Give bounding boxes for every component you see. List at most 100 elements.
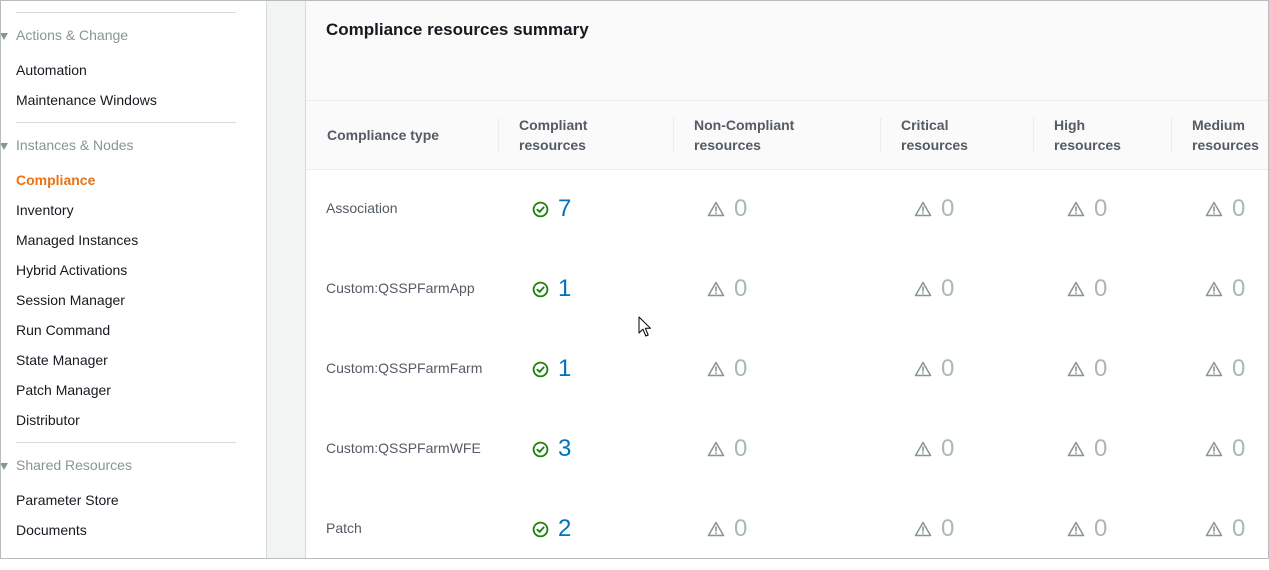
compliant-count-link[interactable]: 3 — [558, 434, 571, 464]
section-label: Actions & Change — [16, 27, 129, 43]
compliant-count-link[interactable]: 1 — [558, 274, 571, 304]
sidebar-item-hybrid-activations[interactable]: Hybrid Activations — [16, 260, 127, 280]
column-separator — [673, 118, 674, 152]
column-header-critical[interactable]: Critical resources — [901, 115, 968, 155]
column-separator — [498, 118, 499, 152]
column-header-label: Critical — [901, 117, 949, 133]
column-header-high[interactable]: High resources — [1054, 115, 1121, 155]
warning-triangle-icon — [914, 521, 932, 537]
critical-cell: 0 — [914, 514, 954, 544]
compliance-type-cell: Patch — [326, 520, 362, 536]
critical-count: 0 — [941, 435, 955, 462]
column-header-medium[interactable]: Medium resources — [1192, 115, 1259, 155]
medium-count: 0 — [1232, 355, 1246, 382]
medium-cell: 0 — [1205, 354, 1245, 384]
check-circle-icon — [532, 361, 549, 377]
sidebar-item-managed-instances[interactable]: Managed Instances — [16, 230, 138, 250]
sidebar-item-parameter-store[interactable]: Parameter Store — [16, 490, 119, 510]
critical-count: 0 — [941, 355, 955, 382]
compliance-type-cell: Custom:QSSPFarmFarm — [326, 360, 483, 376]
warning-triangle-icon — [914, 201, 932, 217]
column-header-compliance-type[interactable]: Compliance type — [327, 125, 439, 145]
column-header-label: Non-Compliant — [694, 117, 795, 133]
critical-cell: 0 — [914, 274, 954, 304]
sidebar-item-documents[interactable]: Documents — [16, 520, 87, 540]
section-instances-nodes[interactable]: Instances & Nodes — [0, 135, 134, 155]
compliance-type-cell: Association — [326, 200, 398, 216]
sidebar-item-compliance[interactable]: Compliance — [16, 170, 95, 190]
warning-triangle-icon — [1067, 361, 1085, 377]
check-circle-icon — [532, 521, 549, 537]
non-compliant-cell: 0 — [707, 514, 747, 544]
panel-title: Compliance resources summary — [326, 20, 589, 39]
column-header-sublabel: resources — [1054, 137, 1121, 153]
section-shared-resources[interactable]: Shared Resources — [0, 455, 132, 475]
sidebar-divider — [16, 122, 236, 123]
warning-triangle-icon — [914, 361, 932, 377]
sidebar-item-state-manager[interactable]: State Manager — [16, 350, 108, 370]
compliance-type-cell: Custom:QSSPFarmWFE — [326, 440, 481, 456]
high-count: 0 — [1094, 515, 1108, 542]
warning-triangle-icon — [1067, 281, 1085, 297]
high-cell: 0 — [1067, 514, 1107, 544]
check-circle-icon — [532, 441, 549, 457]
column-header-sublabel: resources — [901, 137, 968, 153]
warning-triangle-icon — [1205, 441, 1223, 457]
compliant-count-link[interactable]: 1 — [558, 354, 571, 384]
section-actions-change[interactable]: Actions & Change — [0, 25, 128, 45]
column-header-compliant[interactable]: Compliant resources — [519, 115, 587, 155]
column-header-label: Compliant — [519, 117, 588, 133]
caret-down-icon — [0, 142, 8, 150]
non-compliant-cell: 0 — [707, 274, 747, 304]
warning-triangle-icon — [1205, 201, 1223, 217]
table-row: Custom:QSSPFarmWFE 3 0 0 0 0 — [306, 410, 1268, 491]
content-gutter — [267, 0, 306, 559]
warning-triangle-icon — [707, 201, 725, 217]
high-count: 0 — [1094, 275, 1108, 302]
sidebar-item-run-command[interactable]: Run Command — [16, 320, 110, 340]
non-compliant-count: 0 — [734, 355, 748, 382]
non-compliant-cell: 0 — [707, 434, 747, 464]
warning-triangle-icon — [914, 441, 932, 457]
medium-cell: 0 — [1205, 514, 1245, 544]
medium-count: 0 — [1232, 515, 1246, 542]
sidebar-item-maintenance-windows[interactable]: Maintenance Windows — [16, 90, 157, 110]
non-compliant-cell: 0 — [707, 354, 747, 384]
compliant-count-link[interactable]: 7 — [558, 194, 571, 224]
warning-triangle-icon — [1205, 281, 1223, 297]
sidebar-item-patch-manager[interactable]: Patch Manager — [16, 380, 111, 400]
critical-cell: 0 — [914, 194, 954, 224]
check-circle-icon — [532, 281, 549, 297]
compliant-cell: 7 — [532, 194, 571, 224]
critical-cell: 0 — [914, 354, 954, 384]
check-circle-icon — [532, 201, 549, 217]
sidebar-item-session-manager[interactable]: Session Manager — [16, 290, 125, 310]
column-header-sublabel: resources — [1192, 137, 1259, 153]
compliance-summary-panel: Compliance resources summary Compliance … — [306, 0, 1268, 570]
section-label: Instances & Nodes — [16, 137, 134, 153]
table-row: Association 7 0 0 0 0 — [306, 170, 1268, 251]
warning-triangle-icon — [707, 441, 725, 457]
compliance-type-cell: Custom:QSSPFarmApp — [326, 280, 475, 296]
critical-count: 0 — [941, 195, 955, 222]
column-header-label: High — [1054, 117, 1086, 133]
high-count: 0 — [1094, 355, 1108, 382]
compliant-cell: 3 — [532, 434, 571, 464]
warning-triangle-icon — [1205, 521, 1223, 537]
column-separator — [1033, 118, 1034, 152]
medium-cell: 0 — [1205, 274, 1245, 304]
sidebar-item-automation[interactable]: Automation — [16, 60, 87, 80]
column-header-non-compliant[interactable]: Non-Compliant resources — [694, 115, 794, 155]
sidebar-item-inventory[interactable]: Inventory — [16, 200, 74, 220]
sidebar-item-distributor[interactable]: Distributor — [16, 410, 80, 430]
column-header-sublabel: resources — [519, 137, 586, 153]
high-count: 0 — [1094, 195, 1108, 222]
medium-count: 0 — [1232, 435, 1246, 462]
caret-down-icon — [0, 32, 8, 40]
sidebar: Actions & Change Automation Maintenance … — [0, 0, 267, 559]
non-compliant-count: 0 — [734, 275, 748, 302]
medium-count: 0 — [1232, 195, 1246, 222]
critical-count: 0 — [941, 275, 955, 302]
warning-triangle-icon — [1205, 361, 1223, 377]
compliant-count-link[interactable]: 2 — [558, 514, 571, 544]
